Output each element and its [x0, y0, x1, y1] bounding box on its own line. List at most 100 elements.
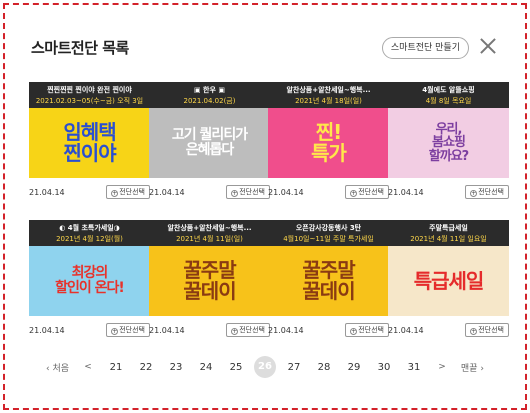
pagination: ‹ 처음 < 21 22 23 24 25 26 27 28 29 30 31 > 맨끝 ›: [0, 356, 530, 378]
plus-icon: +: [231, 328, 239, 335]
prev-page-link[interactable]: <: [84, 362, 92, 372]
flyer-card-date-range: 2021년 4월 12일(월): [56, 235, 123, 243]
flyer-card[interactable]: 알찬상품+알찬세일~행복... 2021년 4월 18일(일) 찐! 특가 21.04…: [268, 82, 389, 204]
flyer-card-header: 알찬상품+알찬세일~행복... 2021년 4월 11일(일): [149, 220, 270, 246]
page-title: 스마트전단 목록: [31, 39, 129, 57]
plus-icon: +: [111, 190, 119, 197]
page-link[interactable]: 30: [375, 362, 393, 373]
flyer-card[interactable]: 주말특급세일 2021년 4월 11일 일요일특급세일 21.04.14 + 전단선택: [388, 220, 509, 342]
flyer-card-footer: 21.04.14 + 전단선택: [268, 178, 389, 204]
flyer-card[interactable]: 4월에도 알뜰쇼핑 4월 8일 목요일우리, 봄쇼핑 할까요? 21.04.14 + 전…: [388, 82, 509, 204]
page-link[interactable]: 21: [107, 362, 125, 373]
create-smart-flyer-button[interactable]: 스마트전단 만들기: [381, 37, 469, 59]
flyer-card-created-date: 21.04.14: [388, 188, 424, 197]
flyer-card-title: 주말특급세일: [429, 224, 468, 232]
flyer-card-date-range: 2021.02.03~05(수~금) 오직 3일: [35, 97, 144, 105]
page-link[interactable]: 24: [197, 362, 215, 373]
flyer-card-date-range: 4월10일~11일 주말 특가세일: [283, 235, 374, 243]
flyer-card[interactable]: ◐ 4월 초특가세일◑ 2021년 4월 12일(월) 최강의 할인이 온다! 21.…: [29, 220, 150, 342]
flyer-card-date-range: 4월 8일 목요일: [425, 97, 472, 105]
plus-icon: +: [470, 328, 478, 335]
flyer-card-date-range: 2021년 4월 11일(일): [176, 235, 243, 243]
flyer-thumbnail[interactable]: 찐! 특가: [268, 108, 389, 178]
close-icon[interactable]: [477, 35, 499, 57]
page-link[interactable]: 25: [227, 362, 245, 373]
first-page-link[interactable]: ‹ 처음: [46, 361, 69, 374]
flyer-thumbnail[interactable]: 임혜택 찐이야: [29, 108, 150, 178]
flyer-card-date-range: 2021.04.02(금): [183, 97, 236, 105]
select-flyer-label: 전단선택: [239, 188, 265, 196]
flyer-card-footer: 21.04.14 + 전단선택: [149, 316, 270, 342]
current-page[interactable]: 26: [254, 356, 276, 378]
flyer-thumbnail-text: 특급세일: [413, 268, 485, 293]
flyer-card-header: ▣ 한우 ▣ 2021.04.02(금): [149, 82, 270, 108]
plus-icon: +: [350, 328, 358, 335]
select-flyer-label: 전단선택: [119, 188, 145, 196]
flyer-card[interactable]: 알찬상품+알찬세일~행복... 2021년 4월 11일(일) 꿀주말 꿀데이 21.…: [149, 220, 270, 342]
flyer-card-title: ▣ 한우 ▣: [194, 86, 225, 94]
page-link[interactable]: 22: [137, 362, 155, 373]
flyer-card-title: 4월에도 알뜰쇼핑: [422, 86, 475, 94]
select-flyer-button[interactable]: + 전단선택: [465, 323, 509, 337]
plus-icon: +: [231, 190, 239, 197]
flyer-thumbnail[interactable]: 특급세일: [388, 246, 509, 316]
flyer-card-footer: 21.04.14 + 전단선택: [29, 316, 150, 342]
flyer-card-created-date: 21.04.14: [149, 326, 185, 335]
select-flyer-button[interactable]: + 전단선택: [106, 185, 150, 199]
next-page-link[interactable]: >: [438, 362, 446, 372]
flyer-thumbnail[interactable]: 고기 퀄리티가 은혜롭다: [149, 108, 270, 178]
flyer-card[interactable]: 찐찐찐찐 찐이야 완전 찐이야 2021.02.03~05(수~금) 오직 3일임…: [29, 82, 150, 204]
flyer-thumbnail-text: 꿀주말 꿀데이: [302, 258, 355, 303]
select-flyer-button[interactable]: + 전단선택: [465, 185, 509, 199]
flyer-thumbnail[interactable]: 꿀주말 꿀데이: [268, 246, 389, 316]
page-numbers: 21 22 23 24 25 26 27 28 29 30 31: [101, 356, 429, 378]
page-link[interactable]: 29: [345, 362, 363, 373]
flyer-card-footer: 21.04.14 + 전단선택: [29, 178, 150, 204]
flyer-card[interactable]: 오픈감사강동행사 3탄 4월10일~11일 주말 특가세일꿀주말 꿀데이 21.04…: [268, 220, 389, 342]
flyer-thumbnail[interactable]: 우리, 봄쇼핑 할까요?: [388, 108, 509, 178]
flyer-card-created-date: 21.04.14: [388, 326, 424, 335]
panel-header: 스마트전단 목록 스마트전단 만들기: [31, 35, 499, 61]
select-flyer-label: 전단선택: [358, 188, 384, 196]
flyer-thumbnail[interactable]: 최강의 할인이 온다!: [29, 246, 150, 316]
flyer-card-header: 4월에도 알뜰쇼핑 4월 8일 목요일: [388, 82, 509, 108]
flyer-card-created-date: 21.04.14: [149, 188, 185, 197]
flyer-thumbnail-text: 꿀주말 꿀데이: [183, 258, 236, 303]
flyer-card-header: 찐찐찐찐 찐이야 완전 찐이야 2021.02.03~05(수~금) 오직 3일: [29, 82, 150, 108]
flyer-card-created-date: 21.04.14: [268, 326, 304, 335]
flyer-card-footer: 21.04.14 + 전단선택: [149, 178, 270, 204]
flyer-thumbnail-text: 고기 퀄리티가 은혜롭다: [171, 127, 248, 158]
flyer-thumbnail[interactable]: 꿀주말 꿀데이: [149, 246, 270, 316]
page-link[interactable]: 28: [315, 362, 333, 373]
flyer-card-created-date: 21.04.14: [268, 188, 304, 197]
flyer-card-footer: 21.04.14 + 전단선택: [388, 316, 509, 342]
page-link[interactable]: 27: [285, 362, 303, 373]
plus-icon: +: [470, 190, 478, 197]
flyer-card-header: 알찬상품+알찬세일~행복... 2021년 4월 18일(일): [268, 82, 389, 108]
flyer-card-title: 알찬상품+알찬세일~행복...: [167, 224, 252, 232]
select-flyer-label: 전단선택: [119, 326, 145, 334]
flyer-card[interactable]: ▣ 한우 ▣ 2021.04.02(금) 고기 퀄리티가 은혜롭다 21.04.14 +…: [149, 82, 270, 204]
smart-flyer-panel: 스마트전단 목록 스마트전단 만들기: [3, 3, 527, 410]
select-flyer-button[interactable]: + 전단선택: [226, 323, 270, 337]
last-page-link[interactable]: 맨끝 ›: [461, 361, 484, 374]
select-flyer-button[interactable]: + 전단선택: [345, 185, 389, 199]
select-flyer-label: 전단선택: [478, 188, 504, 196]
flyer-card-title: ◐ 4월 초특가세일◑: [59, 224, 120, 232]
select-flyer-label: 전단선택: [358, 326, 384, 334]
flyer-card-date-range: 2021년 4월 11일 일요일: [410, 235, 487, 243]
flyer-card-title: 오픈감사강동행사 3탄: [295, 224, 362, 232]
flyer-card-header: 주말특급세일 2021년 4월 11일 일요일: [388, 220, 509, 246]
flyer-thumbnail-text: 임혜택 찐이야: [63, 120, 116, 165]
select-flyer-button[interactable]: + 전단선택: [226, 185, 270, 199]
flyer-thumbnail-text: 찐! 특가: [311, 120, 347, 165]
flyer-card-footer: 21.04.14 + 전단선택: [268, 316, 389, 342]
select-flyer-button[interactable]: + 전단선택: [345, 323, 389, 337]
select-flyer-button[interactable]: + 전단선택: [106, 323, 150, 337]
flyer-card-header: ◐ 4월 초특가세일◑ 2021년 4월 12일(월): [29, 220, 150, 246]
flyer-card-created-date: 21.04.14: [29, 326, 65, 335]
flyer-thumbnail-text: 최강의 할인이 온다!: [55, 265, 125, 296]
page-link[interactable]: 23: [167, 362, 185, 373]
page-link[interactable]: 31: [405, 362, 423, 373]
flyer-card-title: 찐찐찐찐 찐이야 완전 찐이야: [47, 86, 132, 94]
